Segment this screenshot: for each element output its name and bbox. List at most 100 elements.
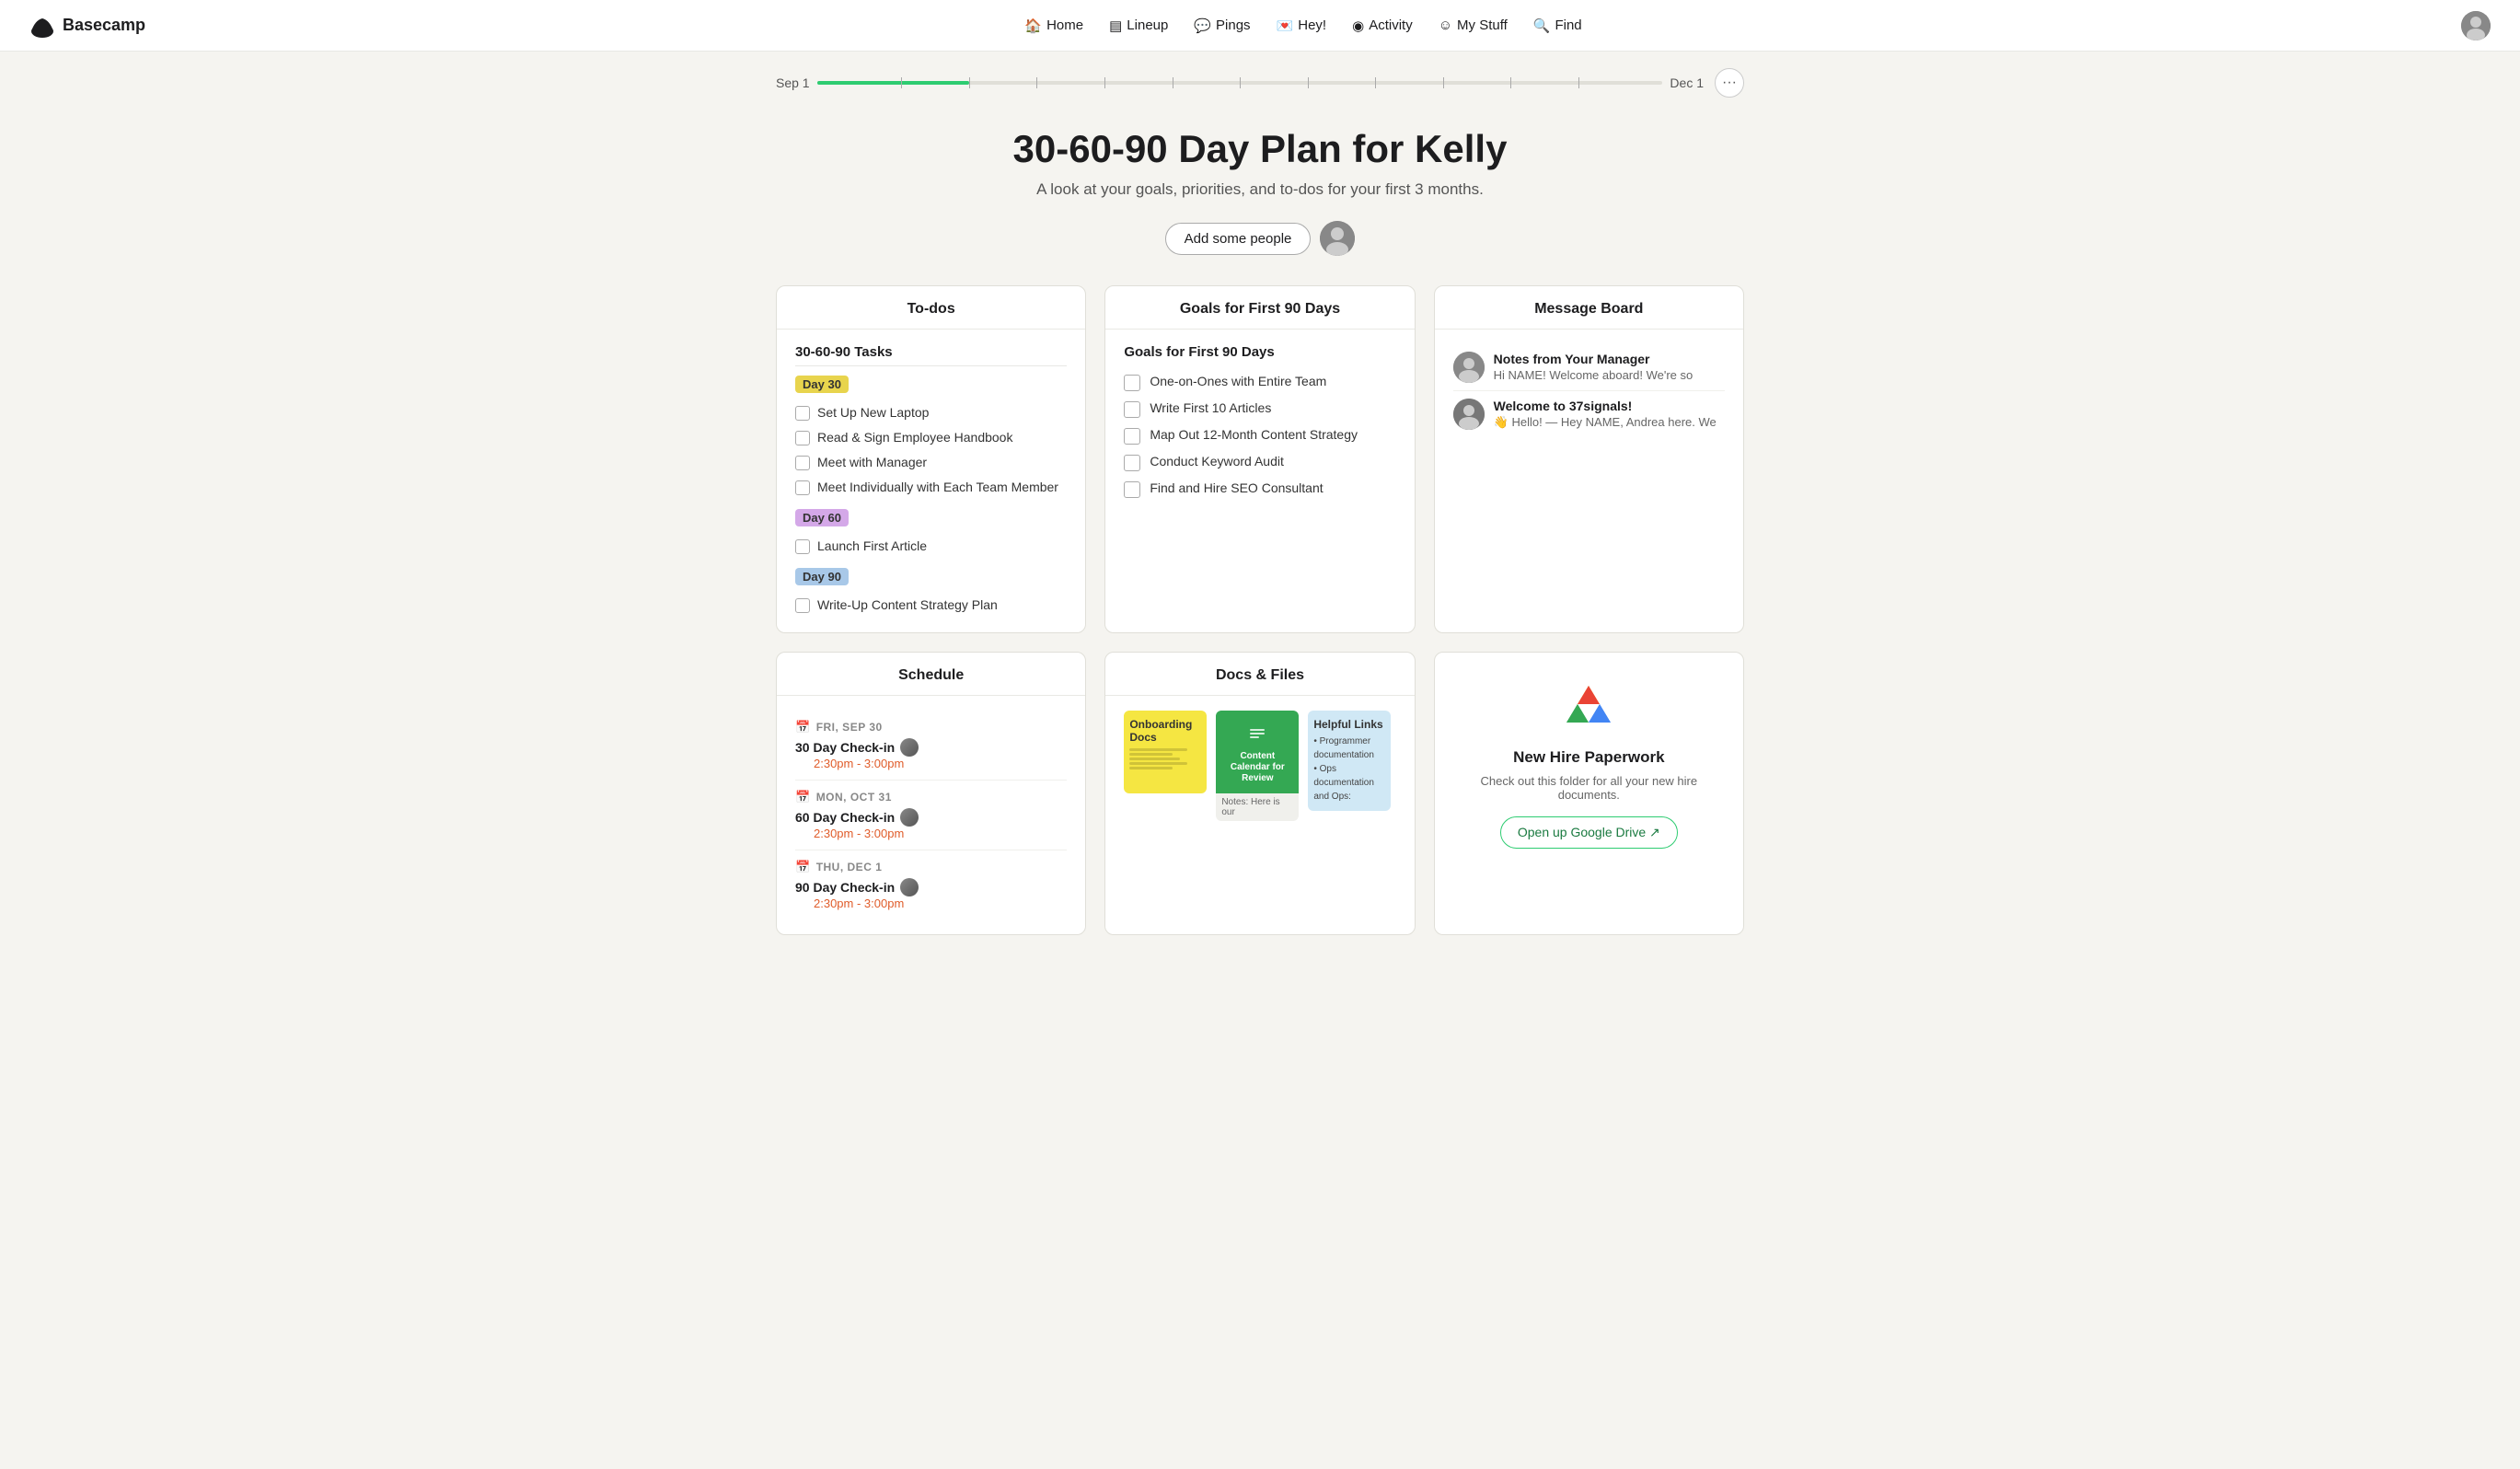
day30-label: Day 30	[795, 376, 849, 393]
todo-checkbox[interactable]	[795, 598, 810, 613]
doc-title: Helpful Links	[1313, 718, 1385, 731]
tick	[1036, 77, 1037, 88]
lineup-icon: ▤	[1109, 17, 1122, 34]
doc-helpful-links[interactable]: Helpful Links • Programmer documentation…	[1308, 711, 1391, 811]
timeline-progress	[817, 81, 969, 85]
list-item: 📅 FRI, SEP 30 30 Day Check-in 2:30pm - 3…	[795, 711, 1067, 781]
tick	[1510, 77, 1511, 88]
calendar-icon: 📅	[795, 790, 811, 804]
nav-mystuff[interactable]: ☺ My Stuff	[1428, 12, 1519, 39]
day90-items: Write-Up Content Strategy Plan	[795, 593, 1067, 618]
schedule-date: 📅 MON, OCT 31	[795, 790, 1067, 804]
list-item: One-on-Ones with Entire Team	[1124, 369, 1395, 396]
message-author-avatar	[1453, 399, 1485, 430]
messages-card-header: Message Board	[1435, 286, 1743, 330]
timeline-start: Sep 1	[776, 75, 810, 90]
list-item: Meet Individually with Each Team Member	[795, 475, 1067, 500]
gdrive-description: Check out this folder for all your new h…	[1453, 774, 1725, 802]
todos-card-header: To-dos	[777, 286, 1085, 330]
day60-label: Day 60	[795, 509, 849, 526]
day30-items: Set Up New Laptop Read & Sign Employee H…	[795, 400, 1067, 500]
calendar-icon: 📅	[795, 720, 811, 734]
pings-icon: 💬	[1194, 17, 1211, 34]
schedule-card-body: 📅 FRI, SEP 30 30 Day Check-in 2:30pm - 3…	[777, 696, 1085, 934]
tick	[1104, 77, 1105, 88]
tick	[1375, 77, 1376, 88]
logo-text: Basecamp	[63, 16, 145, 35]
more-options-button[interactable]: ···	[1715, 68, 1744, 98]
schedule-date: 📅 FRI, SEP 30	[795, 720, 1067, 734]
docs-card: Docs & Files Onboarding Docs	[1104, 652, 1415, 935]
nav-home[interactable]: 🏠 Home	[1013, 12, 1094, 40]
message-content[interactable]: Welcome to 37signals! 👋 Hello! — Hey NAM…	[1494, 399, 1717, 430]
schedule-event[interactable]: 30 Day Check-in	[795, 738, 1067, 757]
nav-pings[interactable]: 💬 Pings	[1183, 12, 1261, 40]
hero-actions: Add some people	[776, 221, 1744, 256]
list-item: Write-Up Content Strategy Plan	[795, 593, 1067, 618]
todo-checkbox[interactable]	[795, 431, 810, 445]
nav-hey[interactable]: 💌 Hey!	[1266, 12, 1338, 40]
message-title: Notes from Your Manager	[1494, 352, 1693, 366]
goal-checkbox[interactable]	[1124, 375, 1140, 391]
schedule-event[interactable]: 60 Day Check-in	[795, 808, 1067, 827]
gdrive-card-body: New Hire Paperwork Check out this folder…	[1435, 653, 1743, 867]
doc-onboarding[interactable]: Onboarding Docs	[1124, 711, 1207, 793]
add-people-button[interactable]: Add some people	[1165, 223, 1312, 255]
nav-lineup[interactable]: ▤ Lineup	[1098, 12, 1179, 40]
project-member-avatar[interactable]	[1320, 221, 1355, 256]
todo-checkbox[interactable]	[795, 539, 810, 554]
goal-checkbox[interactable]	[1124, 481, 1140, 498]
doc-lines	[1129, 748, 1201, 769]
goals-card-body: Goals for First 90 Days One-on-Ones with…	[1105, 330, 1414, 517]
nav-activity[interactable]: ◉ Activity	[1341, 12, 1424, 40]
docs-card-body: Onboarding Docs	[1105, 696, 1414, 836]
find-icon: 🔍	[1533, 17, 1551, 34]
hey-icon: 💌	[1277, 17, 1294, 34]
nav-find[interactable]: 🔍 Find	[1522, 12, 1593, 40]
nav-links: 🏠 Home ▤ Lineup 💬 Pings 💌 Hey! ◉ Activit…	[1013, 12, 1592, 40]
goals-section-title: Goals for First 90 Days	[1124, 344, 1395, 360]
timeline-bar: Sep 1 Dec 1 ···	[776, 52, 1744, 105]
goal-checkbox[interactable]	[1124, 428, 1140, 445]
goal-checkbox[interactable]	[1124, 455, 1140, 471]
home-icon: 🏠	[1024, 17, 1042, 34]
goals-card: Goals for First 90 Days Goals for First …	[1104, 285, 1415, 633]
logo[interactable]: Basecamp	[29, 13, 145, 39]
schedule-time: 2:30pm - 3:00pm	[814, 896, 1067, 910]
todo-checkbox[interactable]	[795, 406, 810, 421]
todos-card-body: 30-60-90 Tasks Day 30 Set Up New Laptop …	[777, 330, 1085, 632]
list-item: 📅 MON, OCT 31 60 Day Check-in 2:30pm - 3…	[795, 781, 1067, 850]
list-item: Meet with Manager	[795, 450, 1067, 475]
day60-items: Launch First Article	[795, 534, 1067, 559]
list-item: Welcome to 37signals! 👋 Hello! — Hey NAM…	[1453, 391, 1725, 437]
schedule-event[interactable]: 90 Day Check-in	[795, 878, 1067, 896]
goal-checkbox[interactable]	[1124, 401, 1140, 418]
bottom-row: Schedule 📅 FRI, SEP 30 30 Day Check-in 2…	[776, 652, 1744, 935]
page-subtitle: A look at your goals, priorities, and to…	[776, 180, 1744, 199]
todo-checkbox[interactable]	[795, 480, 810, 495]
avatar-svg	[2461, 11, 2491, 40]
day90-label: Day 90	[795, 568, 849, 585]
schedule-time: 2:30pm - 3:00pm	[814, 827, 1067, 840]
open-google-drive-button[interactable]: Open up Google Drive ↗	[1500, 816, 1678, 849]
event-avatar	[900, 808, 919, 827]
event-avatar	[900, 738, 919, 757]
todos-card: To-dos 30-60-90 Tasks Day 30 Set Up New …	[776, 285, 1086, 633]
gdrive-title: New Hire Paperwork	[1513, 748, 1664, 767]
todo-checkbox[interactable]	[795, 456, 810, 470]
messages-card-body: Notes from Your Manager Hi NAME! Welcome…	[1435, 330, 1743, 452]
tick	[1308, 77, 1309, 88]
user-avatar[interactable]	[2461, 11, 2491, 40]
member-avatar-svg	[1320, 221, 1355, 256]
tick	[1443, 77, 1444, 88]
doc-content-calendar[interactable]: Content Calendar for Review Notes: Here …	[1216, 711, 1299, 821]
list-item: Notes from Your Manager Hi NAME! Welcome…	[1453, 344, 1725, 391]
list-item: Read & Sign Employee Handbook	[795, 425, 1067, 450]
list-item: Set Up New Laptop	[795, 400, 1067, 425]
message-preview: 👋 Hello! — Hey NAME, Andrea here. We	[1494, 415, 1717, 430]
gdrive-card: New Hire Paperwork Check out this folder…	[1434, 652, 1744, 935]
tick	[1240, 77, 1241, 88]
message-content[interactable]: Notes from Your Manager Hi NAME! Welcome…	[1494, 352, 1693, 383]
goals-card-header: Goals for First 90 Days	[1105, 286, 1414, 330]
schedule-date: 📅 THU, DEC 1	[795, 860, 1067, 874]
